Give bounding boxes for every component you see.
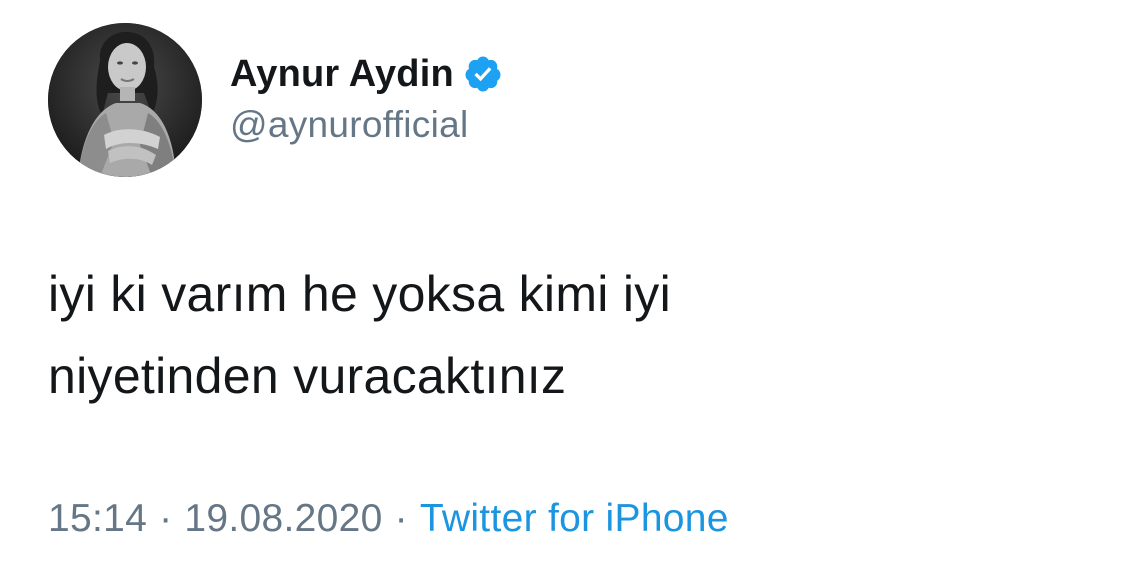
tweet-card: Aynur Aydin @aynurofficial iyi ki varım … (0, 0, 1125, 587)
tweet-text-line-1: iyi ki varım he yoksa kimi iyi (48, 266, 671, 322)
verified-badge-icon (463, 54, 503, 94)
tweet-source-link[interactable]: Twitter for iPhone (420, 497, 729, 540)
avatar[interactable] (48, 23, 202, 177)
tweet-date[interactable]: 19.08.2020 (184, 497, 382, 540)
display-name[interactable]: Aynur Aydin (230, 53, 454, 96)
meta-separator: · (159, 497, 173, 540)
meta-separator: · (394, 497, 408, 540)
display-name-row[interactable]: Aynur Aydin (230, 50, 503, 98)
tweet-meta: 15:14 · 19.08.2020 · Twitter for iPhone (48, 497, 729, 541)
tweet-text: iyi ki varım he yoksa kimi iyi niyetinde… (48, 253, 1078, 417)
avatar-photo (48, 23, 202, 177)
user-handle[interactable]: @aynurofficial (230, 104, 469, 146)
tweet-text-line-2: niyetinden vuracaktınız (48, 348, 567, 404)
tweet-time[interactable]: 15:14 (48, 497, 147, 540)
